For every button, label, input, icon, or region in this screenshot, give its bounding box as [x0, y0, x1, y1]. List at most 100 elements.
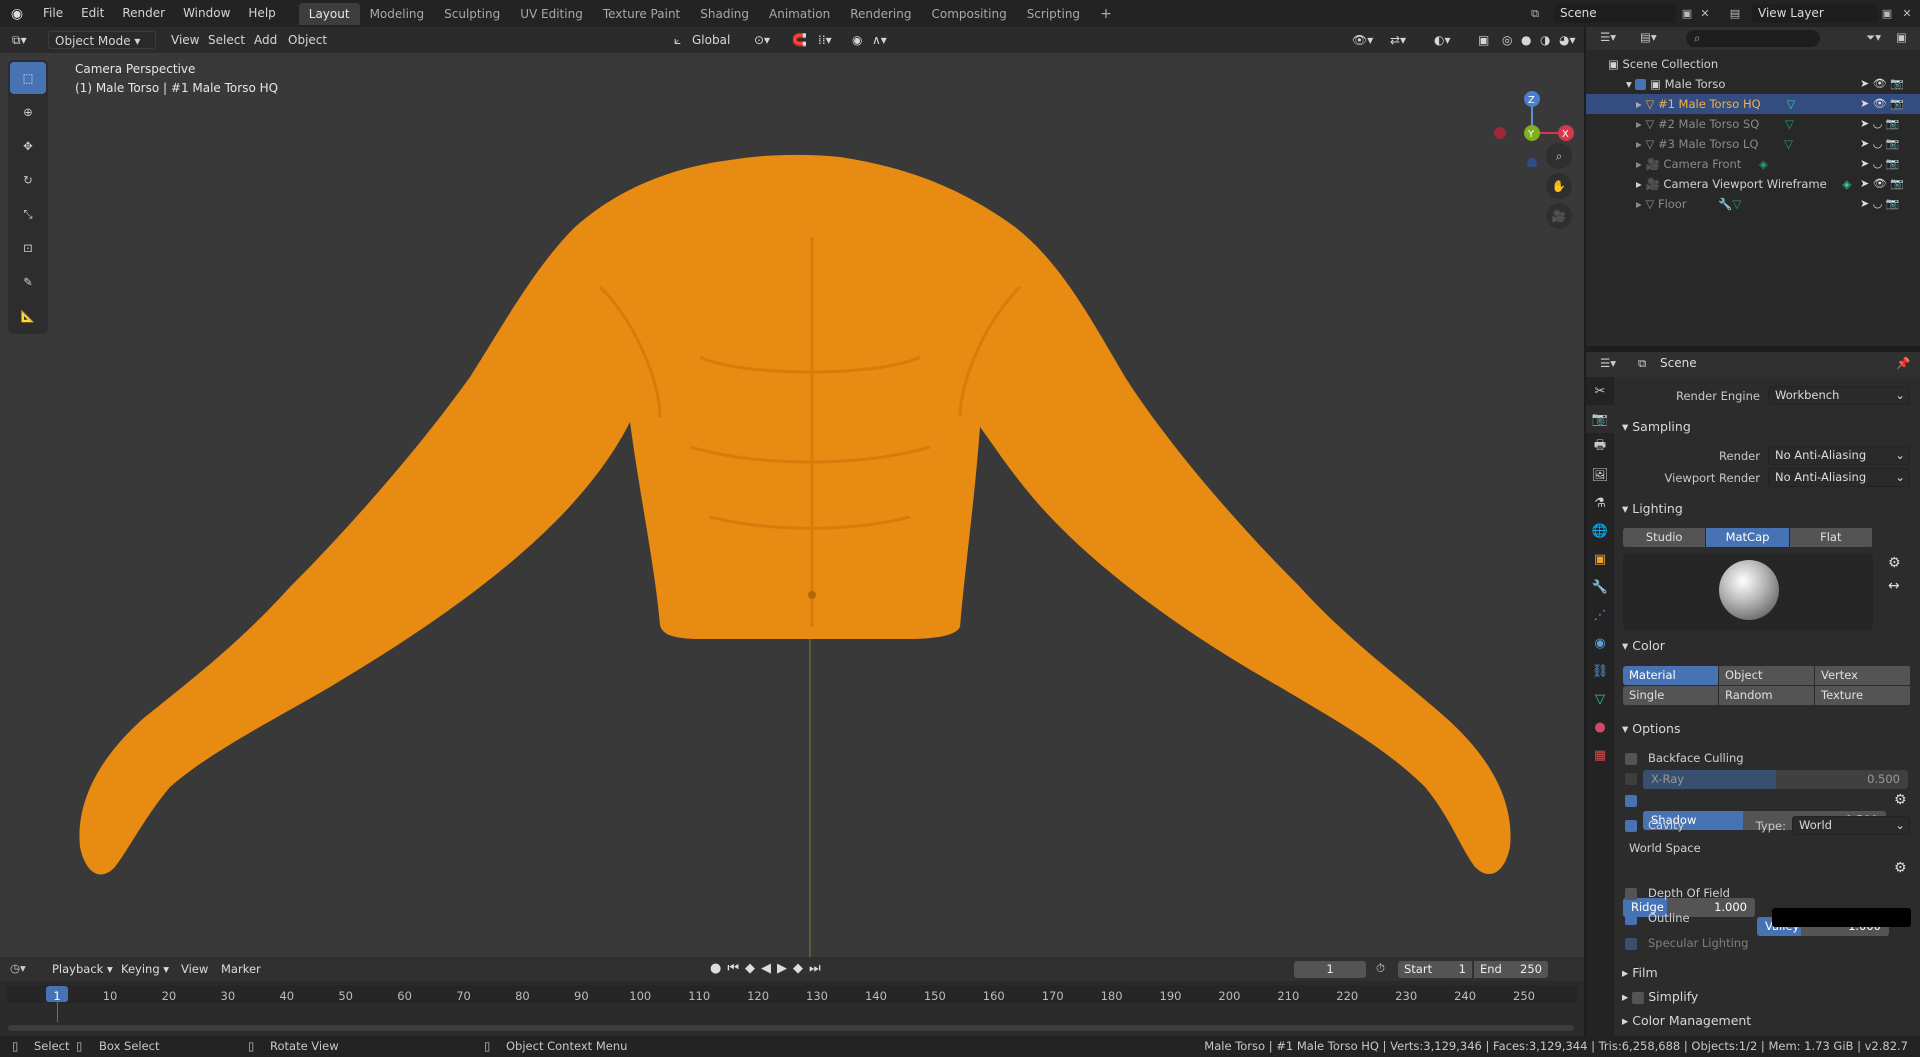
menu-file[interactable]: File [34, 0, 72, 27]
world-tab-icon[interactable]: 🌐 [1586, 517, 1614, 545]
falloff-icon[interactable]: ∧▾ [866, 31, 893, 49]
timeline-editor-icon[interactable]: ◷▾ [10, 961, 26, 975]
expand-arrow-icon[interactable]: ▾ [1626, 77, 1632, 91]
menu-view[interactable]: View [165, 31, 205, 49]
outline-row[interactable]: Outline [1625, 911, 1690, 925]
color-random-button[interactable]: Random [1719, 686, 1815, 705]
orientation-icon[interactable]: ⟀ [668, 31, 687, 49]
toggle-row[interactable]: ➤ ◡ 📷 [1860, 194, 1920, 214]
lighting-panel-header[interactable]: ▾ Lighting [1622, 501, 1683, 516]
toggle-row[interactable]: ➤ ◡ 📷 [1860, 154, 1920, 174]
menu-marker[interactable]: Marker [221, 962, 261, 976]
camera-view-icon[interactable]: 🎥 [1546, 203, 1572, 229]
toggle-row[interactable]: ➤ ◡ 📷 [1860, 114, 1920, 134]
gizmo-toggle-icon[interactable]: ⇄▾ [1384, 31, 1412, 49]
options-panel-header[interactable]: ▾ Options [1622, 721, 1680, 736]
lighting-studio-button[interactable]: Studio [1623, 528, 1707, 547]
jump-start-icon[interactable]: ⏮ [727, 961, 745, 976]
start-frame-field[interactable]: Start 1 [1398, 961, 1472, 978]
flip-matcap-icon[interactable]: ↔ [1888, 578, 1900, 594]
cavity-type-dropdown[interactable]: World ⌄ [1792, 816, 1910, 835]
tab-animation[interactable]: Animation [759, 3, 840, 25]
menu-select[interactable]: Select [202, 31, 251, 49]
render-aa-dropdown[interactable]: No Anti-Aliasing ⌄ [1768, 446, 1910, 465]
shadow-row[interactable] [1625, 793, 1637, 807]
record-icon[interactable]: ● [710, 961, 727, 976]
expand-arrow-icon[interactable]: ▸ [1636, 197, 1642, 211]
remove-scene-icon[interactable]: ✕ [1696, 4, 1714, 23]
color-vertex-button[interactable]: Vertex [1815, 666, 1911, 685]
display-mode-icon[interactable]: ▤▾ [1640, 30, 1657, 44]
filter-icon[interactable]: ⏷▾ [1866, 30, 1881, 45]
render-shading-icon[interactable]: ◕▾ [1553, 31, 1582, 49]
film-panel-header[interactable]: ▸ Film [1622, 965, 1658, 980]
overlays-icon[interactable]: ◐▾ [1428, 31, 1457, 49]
annotate-tool-icon[interactable]: ✎ [10, 266, 46, 298]
properties-editor-icon[interactable]: ☰▾ [1600, 356, 1616, 370]
tab-rendering[interactable]: Rendering [840, 3, 921, 25]
tool-tab-icon[interactable]: ✂ [1586, 377, 1614, 405]
data-tab-icon[interactable]: ▽ [1586, 685, 1614, 713]
lighting-matcap-button[interactable]: MatCap [1706, 528, 1790, 547]
blender-logo-icon[interactable]: ◉ [0, 0, 34, 27]
menu-window[interactable]: Window [174, 0, 239, 27]
color-object-button[interactable]: Object [1719, 666, 1815, 685]
move-tool-icon[interactable]: ✥ [10, 130, 46, 162]
menu-timeline-view[interactable]: View [181, 962, 208, 976]
toggle-row[interactable]: ➤ ◡ 📷 [1860, 134, 1920, 154]
jump-end-icon[interactable]: ⏭ [809, 961, 827, 976]
outliner-search-input[interactable]: ⌕ [1686, 30, 1820, 47]
tab-texture-paint[interactable]: Texture Paint [593, 3, 690, 25]
scene-icon[interactable]: ⧉ [1526, 4, 1544, 23]
scale-tool-icon[interactable]: ⤡ [10, 198, 46, 230]
view-layer-icon[interactable]: ▤ [1722, 4, 1748, 23]
scene-selector[interactable]: Scene [1554, 4, 1676, 23]
pan-hand-icon[interactable]: ✋ [1546, 173, 1572, 199]
material-tab-icon[interactable]: ● [1586, 713, 1614, 741]
mode-selector[interactable]: Object Mode ▾ [48, 31, 156, 49]
menu-render[interactable]: Render [113, 0, 174, 27]
view-layer-selector[interactable]: View Layer [1752, 4, 1878, 23]
menu-add[interactable]: Add [248, 31, 283, 49]
stopwatch-icon[interactable]: ⏱ [1376, 961, 1385, 976]
xray-slider[interactable]: X-Ray 0.500 [1643, 770, 1908, 789]
gear-icon[interactable]: ⚙ [1888, 555, 1901, 571]
expand-arrow-icon[interactable]: ▸ [1636, 177, 1642, 191]
outline-checkbox[interactable] [1625, 912, 1637, 925]
shadow-checkbox[interactable] [1625, 794, 1637, 807]
simplify-panel-header[interactable]: ▸ Simplify [1622, 989, 1698, 1004]
color-panel-header[interactable]: ▾ Color [1622, 638, 1665, 653]
3d-viewport[interactable]: Camera Perspective (1) Male Torso | #1 M… [0, 27, 1584, 957]
remove-view-layer-icon[interactable]: ✕ [1898, 4, 1916, 23]
lighting-flat-button[interactable]: Flat [1789, 528, 1873, 547]
shadow-settings-gear-icon[interactable]: ⚙ [1894, 792, 1907, 808]
constraints-tab-icon[interactable]: ⛓ [1586, 657, 1614, 685]
view-layer-tab-icon[interactable]: 🖼 [1586, 461, 1614, 489]
particles-tab-icon[interactable]: ⋰ [1586, 601, 1614, 629]
physics-tab-icon[interactable]: ◉ [1586, 629, 1614, 657]
play-icon[interactable]: ▶ [777, 961, 793, 976]
matcap-preview[interactable] [1623, 554, 1873, 630]
add-workspace-icon[interactable]: + [1090, 3, 1122, 25]
new-collection-icon[interactable]: ▣ [1896, 30, 1907, 44]
visibility-icon[interactable]: 👁▾ [1346, 31, 1379, 49]
tab-compositing[interactable]: Compositing [921, 3, 1016, 25]
output-tab-icon[interactable]: 🖶 [1586, 433, 1614, 461]
simplify-checkbox[interactable] [1632, 991, 1645, 1004]
exclude-checkbox[interactable] [1635, 79, 1647, 90]
toggle-row[interactable]: ➤ 👁 📷 [1860, 74, 1920, 94]
cursor-tool-icon[interactable]: ⊕ [10, 96, 46, 128]
transform-tool-icon[interactable]: ⊡ [10, 232, 46, 264]
measure-tool-icon[interactable]: 📐 [10, 300, 46, 332]
outliner-root[interactable]: ▣ Scene Collection [1586, 54, 1920, 74]
menu-help[interactable]: Help [239, 0, 284, 27]
outliner-editor-icon[interactable]: ☰▾ [1600, 30, 1616, 44]
menu-object[interactable]: Object [282, 31, 333, 49]
scene-tab-icon[interactable]: ⚗ [1586, 489, 1614, 517]
zoom-icon[interactable]: ⌕ [1546, 143, 1572, 169]
orientation-selector[interactable]: Global [686, 31, 736, 49]
snap-target-icon[interactable]: ⁞⁞▾ [812, 31, 838, 49]
sampling-panel-header[interactable]: ▾ Sampling [1622, 419, 1691, 434]
menu-edit[interactable]: Edit [72, 0, 113, 27]
object-tab-icon[interactable]: ▣ [1586, 545, 1614, 573]
